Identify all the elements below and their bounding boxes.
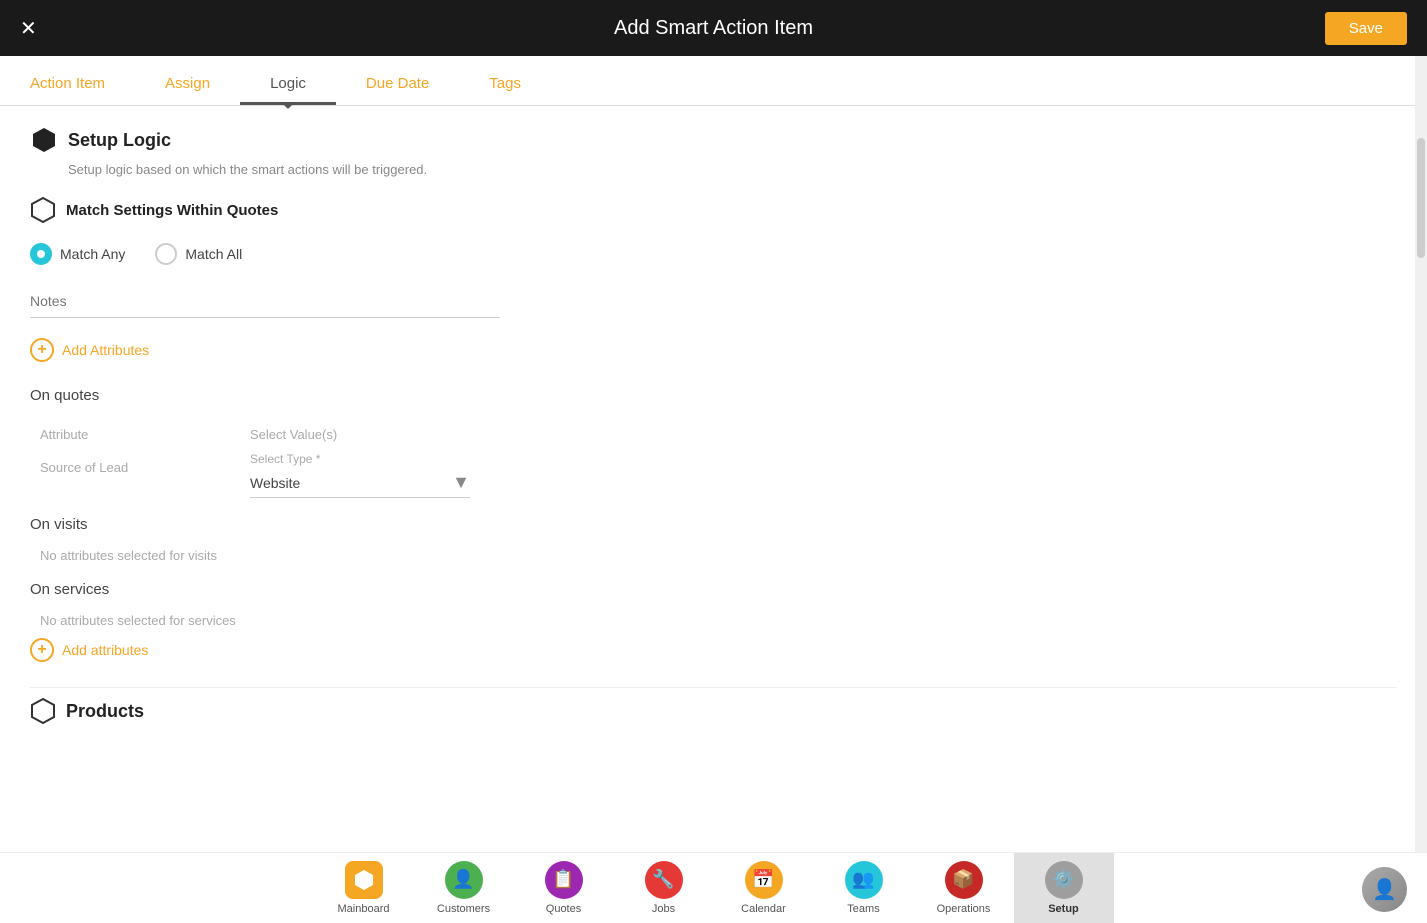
nav-teams[interactable]: 👥 Teams [814, 853, 914, 923]
match-radio-group: Match Any Match All [30, 243, 1397, 265]
products-icon [30, 698, 56, 724]
tabs-bar: Action Item Assign Logic Due Date Tags [0, 56, 1427, 106]
nav-mainboard[interactable]: Mainboard [314, 853, 414, 923]
calendar-label: Calendar [741, 903, 786, 915]
customers-icon: 👤 [445, 861, 483, 899]
select-type-dropdown[interactable]: Website ▼ [250, 468, 470, 498]
nav-operations[interactable]: 📦 Operations [914, 853, 1014, 923]
select-type-container: Select Type * Website ▼ [250, 452, 1397, 498]
avatar[interactable]: 👤 [1362, 867, 1407, 912]
select-type-label: Select Type * [250, 452, 1397, 466]
add-attributes-plus-icon: + [30, 338, 54, 362]
products-label: Products [66, 701, 144, 722]
radio-match-all-circle[interactable] [155, 243, 177, 265]
nav-quotes[interactable]: 📋 Quotes [514, 853, 614, 923]
on-services-empty-message: No attributes selected for services [30, 613, 1397, 628]
select-type-value: Website [250, 475, 452, 491]
on-services-label: On services [30, 581, 1397, 598]
tab-assign[interactable]: Assign [135, 65, 240, 105]
quotes-icon: 📋 [545, 861, 583, 899]
tab-tags[interactable]: Tags [459, 65, 551, 105]
setup-label: Setup [1048, 903, 1079, 915]
radio-match-any[interactable]: Match Any [30, 243, 125, 265]
operations-label: Operations [937, 903, 991, 915]
attribute-header-row: Attribute Select Value(s) [30, 419, 1397, 442]
nav-setup[interactable]: ⚙️ Setup [1014, 853, 1114, 923]
source-of-lead-label: Source of Lead [40, 452, 240, 498]
add-services-plus-icon: + [30, 638, 54, 662]
customers-label: Customers [437, 903, 490, 915]
close-button[interactable]: ✕ [20, 16, 37, 41]
match-settings-label: Match Settings Within Quotes [66, 202, 278, 219]
radio-match-any-label: Match Any [60, 246, 125, 262]
notes-input[interactable] [30, 285, 500, 318]
setup-logic-icon [30, 126, 58, 154]
match-settings-section: Match Settings Within Quotes [30, 197, 1397, 223]
attribute-col-header: Attribute [40, 419, 240, 442]
nav-jobs[interactable]: 🔧 Jobs [614, 853, 714, 923]
main-content: Setup Logic Setup logic based on which t… [0, 106, 1427, 852]
mainboard-label: Mainboard [338, 903, 390, 915]
setup-logic-title: Setup Logic [68, 130, 171, 151]
match-settings-icon [30, 197, 56, 223]
jobs-label: Jobs [652, 903, 675, 915]
on-services-section: On services No attributes selected for s… [30, 581, 1397, 662]
scrollbar-thumb[interactable] [1417, 138, 1425, 258]
add-attributes-label: Add Attributes [62, 342, 149, 358]
dropdown-arrow-icon: ▼ [452, 472, 470, 493]
teams-icon: 👥 [845, 861, 883, 899]
radio-match-all-label: Match All [185, 246, 242, 262]
on-quotes-label: On quotes [30, 387, 1397, 404]
radio-match-any-circle[interactable] [30, 243, 52, 265]
mainboard-icon [345, 861, 383, 899]
add-services-attributes-button[interactable]: + Add attributes [30, 638, 148, 662]
on-visits-empty-message: No attributes selected for visits [30, 548, 1397, 563]
radio-match-all[interactable]: Match All [155, 243, 242, 265]
calendar-icon: 📅 [745, 861, 783, 899]
operations-icon: 📦 [945, 861, 983, 899]
on-visits-label: On visits [30, 516, 1397, 533]
nav-customers[interactable]: 👤 Customers [414, 853, 514, 923]
avatar-image: 👤 [1362, 867, 1407, 912]
setup-logic-subtitle: Setup logic based on which the smart act… [68, 162, 1397, 177]
bottom-nav: Mainboard 👤 Customers 📋 Quotes 🔧 Jobs 📅 … [0, 852, 1427, 922]
add-services-attributes-label: Add attributes [62, 642, 148, 658]
jobs-icon: 🔧 [645, 861, 683, 899]
tab-action-item[interactable]: Action Item [0, 65, 135, 105]
nav-calendar[interactable]: 📅 Calendar [714, 853, 814, 923]
teams-label: Teams [847, 903, 879, 915]
save-button[interactable]: Save [1325, 12, 1407, 45]
add-attributes-button[interactable]: + Add Attributes [30, 338, 149, 362]
tab-logic[interactable]: Logic [240, 65, 336, 105]
on-visits-section: On visits No attributes selected for vis… [30, 516, 1397, 563]
quotes-label: Quotes [546, 903, 581, 915]
select-values-col-header: Select Value(s) [250, 419, 1397, 442]
attribute-data-row: Source of Lead Select Type * Website ▼ [30, 452, 1397, 498]
on-quotes-section: On quotes Attribute Select Value(s) Sour… [30, 387, 1397, 498]
products-section: Products [30, 687, 1397, 724]
setup-nav-icon: ⚙️ [1045, 861, 1083, 899]
tab-due-date[interactable]: Due Date [336, 65, 459, 105]
header-title: Add Smart Action Item [614, 17, 813, 40]
setup-logic-heading: Setup Logic [30, 126, 1397, 154]
header: ✕ Add Smart Action Item Save [0, 0, 1427, 56]
scrollbar [1415, 56, 1427, 852]
